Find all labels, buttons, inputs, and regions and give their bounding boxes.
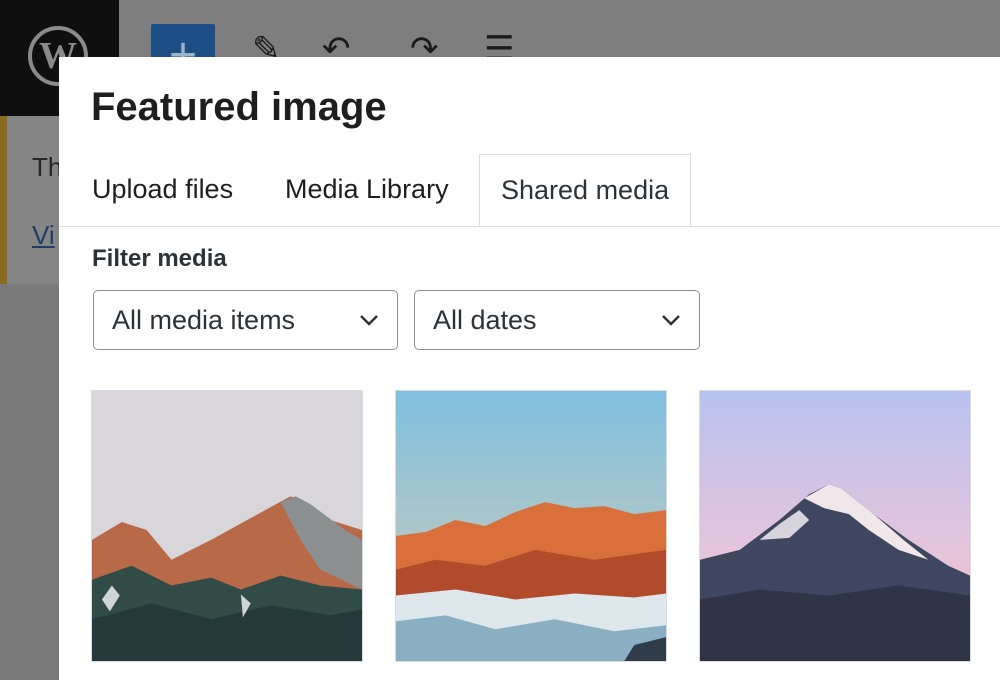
media-tabs: Upload files Media Library Shared media: [59, 154, 1000, 227]
notice-accent-bar: [0, 116, 7, 284]
media-type-select-value: All media items: [112, 304, 296, 335]
mountain-sunset-photo: [396, 391, 666, 661]
tab-shared-media[interactable]: Shared media: [479, 154, 692, 226]
media-type-select[interactable]: All media items: [93, 290, 398, 350]
notice-text: Th: [32, 152, 63, 182]
mountain-photo: [92, 391, 362, 661]
media-item-2[interactable]: [395, 390, 667, 662]
notice-link[interactable]: Vi: [32, 220, 55, 251]
modal-title: Featured image: [91, 85, 387, 129]
snowy-peak-photo: [700, 391, 970, 661]
media-date-select[interactable]: All dates: [414, 290, 700, 350]
tab-upload-files[interactable]: Upload files: [92, 154, 233, 225]
tab-media-library[interactable]: Media Library: [285, 154, 449, 225]
media-item-1[interactable]: [91, 390, 363, 662]
chevron-down-icon: [662, 315, 680, 326]
filter-media-label: Filter media: [92, 245, 227, 272]
chevron-down-icon: [360, 315, 378, 326]
media-item-3[interactable]: [699, 390, 971, 662]
featured-image-modal: Featured image Upload files Media Librar…: [59, 57, 1000, 680]
media-date-select-value: All dates: [433, 304, 537, 335]
